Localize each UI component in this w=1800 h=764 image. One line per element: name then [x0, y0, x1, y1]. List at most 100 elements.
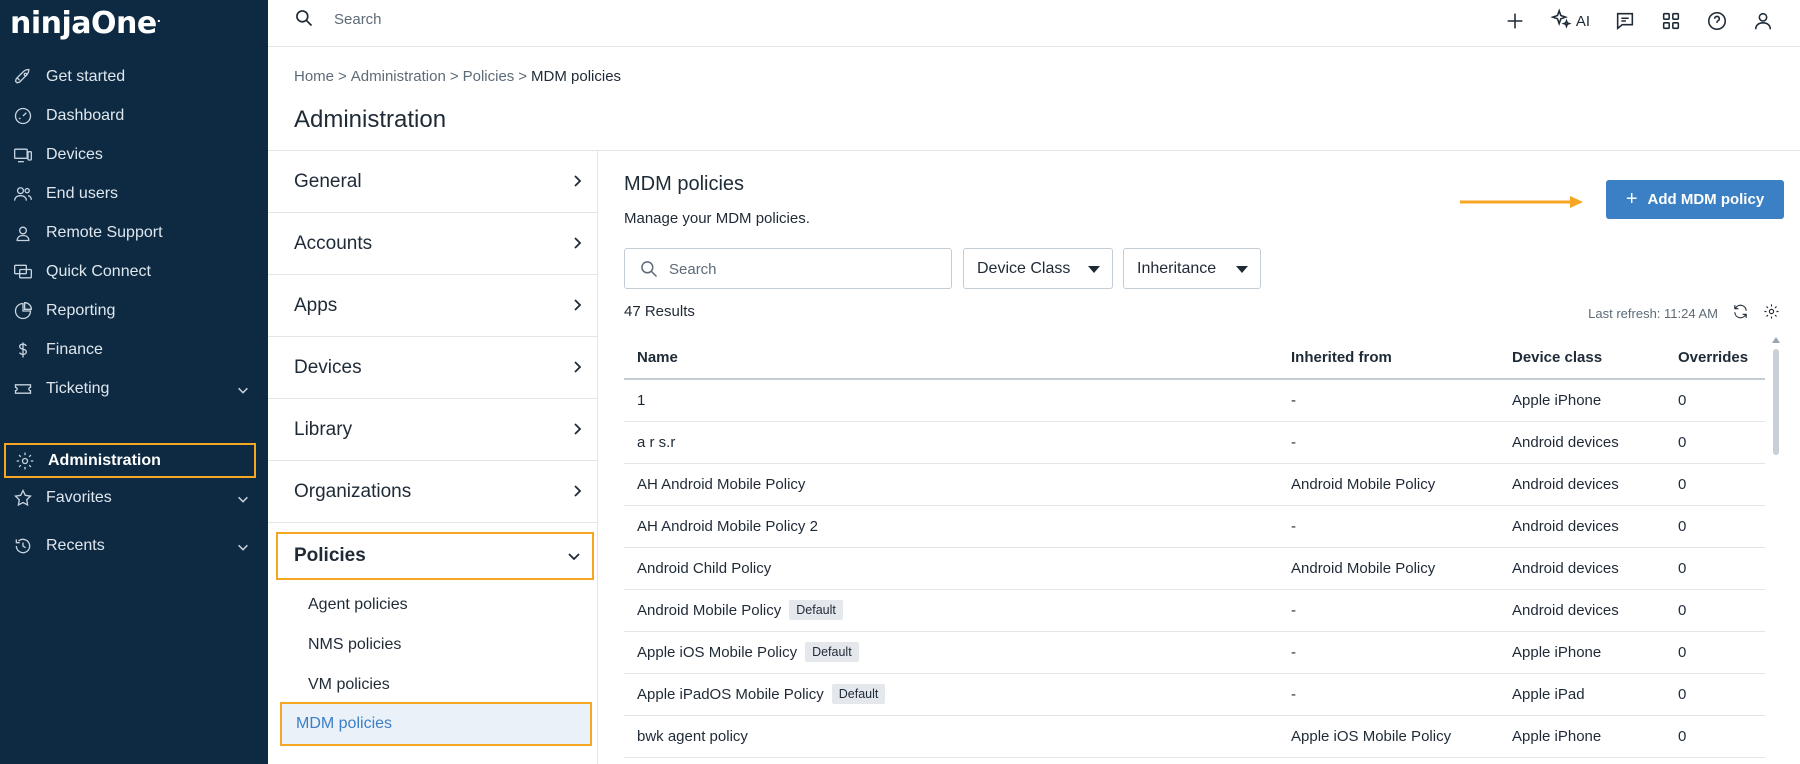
- admin-nav-policies[interactable]: Policies: [276, 532, 594, 580]
- ninjaone-logo[interactable]: ninjaOne.: [10, 6, 161, 41]
- chevron-down-icon[interactable]: [236, 383, 250, 402]
- policy-name[interactable]: bwk agent policy: [637, 728, 748, 745]
- policies-sub-nms[interactable]: NMS policies: [308, 636, 401, 654]
- ai-button[interactable]: AI: [1550, 8, 1590, 34]
- column-header-inherited-from[interactable]: Inherited from: [1278, 337, 1499, 380]
- policies-sub-mdm[interactable]: MDM policies: [280, 702, 592, 746]
- cell-name[interactable]: AH Android Mobile Policy: [624, 463, 1278, 506]
- table-row[interactable]: bwk agent policy Apple iOS Mobile Policy A…: [624, 715, 1765, 758]
- table-row[interactable]: AH Android Mobile Policy Android Mobile P…: [624, 463, 1765, 506]
- table-scrollbar[interactable]: [1772, 337, 1780, 764]
- sidebar-item-quick-connect[interactable]: Quick Connect: [0, 254, 268, 290]
- policy-name[interactable]: Apple iOS Mobile Policy: [637, 644, 797, 661]
- cell-name[interactable]: Apple iOS Mobile Policy Default: [624, 631, 1278, 674]
- admin-nav-general[interactable]: General: [268, 151, 597, 213]
- policies-sub-agent[interactable]: Agent policies: [308, 596, 408, 614]
- column-header-device-class[interactable]: Device class: [1499, 337, 1665, 380]
- policy-name[interactable]: AH Android Mobile Policy 2: [637, 518, 818, 535]
- add-mdm-policy-button[interactable]: + Add MDM policy: [1606, 180, 1784, 219]
- sidebar-item-devices[interactable]: Devices: [0, 137, 268, 173]
- star-icon: [12, 487, 34, 509]
- admin-nav-apps[interactable]: Apps: [268, 275, 597, 337]
- table-row[interactable]: AH Android Mobile Policy 2 - Android devic…: [624, 505, 1765, 548]
- table-row[interactable]: Apple iPadOS Mobile Policy Default - Apple …: [624, 673, 1765, 716]
- inheritance-filter[interactable]: Inheritance: [1123, 248, 1261, 289]
- policy-search-field[interactable]: [624, 248, 952, 289]
- sidebar-item-remote-support[interactable]: Remote Support: [0, 215, 268, 251]
- global-search-input[interactable]: Search: [334, 11, 382, 28]
- policy-name[interactable]: a r s.r: [637, 434, 675, 451]
- policy-name[interactable]: AH Android Mobile Policy: [637, 476, 805, 493]
- cell-name[interactable]: Android Child Policy: [624, 547, 1278, 590]
- admin-nav-library[interactable]: Library: [268, 399, 597, 461]
- chevron-right-icon: [569, 359, 585, 381]
- chat-icon[interactable]: [1614, 10, 1636, 32]
- admin-nav-organizations[interactable]: Organizations: [268, 461, 597, 523]
- refresh-icon[interactable]: [1732, 303, 1749, 323]
- apps-grid-icon[interactable]: [1660, 10, 1682, 32]
- cell-inherited-from: -: [1278, 379, 1499, 422]
- admin-nav-label: Apps: [294, 294, 338, 316]
- breadcrumb-separator: >: [518, 68, 528, 85]
- policy-name[interactable]: 1: [637, 392, 645, 409]
- chevron-right-icon: [569, 235, 585, 257]
- settings-icon[interactable]: [1763, 303, 1780, 323]
- user-icon[interactable]: [1752, 10, 1774, 32]
- breadcrumb-separator: >: [338, 68, 347, 85]
- device-class-filter[interactable]: Device Class: [963, 248, 1113, 289]
- sidebar-item-administration[interactable]: Administration: [4, 443, 256, 478]
- cell-name[interactable]: Apple iPadOS Mobile Policy Default: [624, 673, 1278, 716]
- table-row[interactable]: Android Child Policy Android Mobile Polic…: [624, 547, 1765, 590]
- sidebar-item-dashboard[interactable]: Dashboard: [0, 98, 268, 134]
- section-title: MDM policies: [624, 173, 745, 195]
- column-header-name[interactable]: Name: [624, 337, 1278, 380]
- cell-inherited-from: Apple iOS Mobile Policy: [1278, 715, 1499, 758]
- rocket-icon: [12, 66, 34, 88]
- sidebar-item-get-started[interactable]: Get started: [0, 59, 268, 95]
- sidebar-item-label: Reporting: [46, 302, 116, 319]
- policy-name[interactable]: Apple iPadOS Mobile Policy: [637, 686, 824, 703]
- sidebar-item-favorites[interactable]: Favorites: [0, 480, 268, 516]
- breadcrumb-administration[interactable]: Administration: [351, 68, 446, 85]
- policy-name[interactable]: Android Child Policy: [637, 560, 771, 577]
- policy-name[interactable]: Android Mobile Policy: [637, 602, 781, 619]
- cell-name[interactable]: 1: [624, 379, 1278, 422]
- policy-search-input[interactable]: [669, 257, 939, 281]
- scroll-up-arrow-icon[interactable]: [1772, 337, 1780, 343]
- sidebar-item-end-users[interactable]: End users: [0, 176, 268, 212]
- breadcrumb-home[interactable]: Home: [294, 68, 334, 85]
- admin-nav-accounts[interactable]: Accounts: [268, 213, 597, 275]
- search-icon[interactable]: [294, 8, 314, 33]
- table-row[interactable]: Apple iOS Mobile Policy Default - Apple iPh…: [624, 631, 1765, 674]
- scrollbar-thumb[interactable]: [1773, 349, 1779, 455]
- breadcrumb-policies[interactable]: Policies: [463, 68, 515, 85]
- sidebar-item-finance[interactable]: Finance: [0, 332, 268, 368]
- sidebar-item-recents[interactable]: Recents: [0, 528, 268, 564]
- cell-name[interactable]: AH Android Mobile Policy 2: [624, 505, 1278, 548]
- admin-nav-label: Organizations: [294, 480, 412, 502]
- results-count: 47 Results: [624, 303, 695, 320]
- gear-icon: [14, 450, 36, 472]
- help-icon[interactable]: [1706, 10, 1728, 32]
- table-row[interactable]: 1 - Apple iPhone 0: [624, 379, 1765, 422]
- column-header-overrides[interactable]: Overrides: [1665, 337, 1765, 380]
- table-row[interactable]: Android Mobile Policy Default - Android dev…: [624, 589, 1765, 632]
- devices-icon: [12, 144, 34, 166]
- chevron-right-icon: [569, 483, 585, 505]
- cell-name[interactable]: a r s.r: [624, 421, 1278, 464]
- cell-name[interactable]: bwk agent policy: [624, 715, 1278, 758]
- sidebar-item-reporting[interactable]: Reporting: [0, 293, 268, 329]
- plus-icon[interactable]: [1504, 10, 1526, 32]
- admin-nav-devices[interactable]: Devices: [268, 337, 597, 399]
- admin-nav-label: Devices: [294, 356, 362, 378]
- sidebar-item-label: Recents: [46, 537, 105, 554]
- policies-sub-vm[interactable]: VM policies: [308, 676, 390, 694]
- refresh-bar: Last refresh: 11:24 AM: [1588, 303, 1780, 323]
- chevron-down-icon[interactable]: [236, 492, 250, 511]
- chevron-down-icon[interactable]: [236, 540, 250, 559]
- cell-device-class: Android devices: [1499, 505, 1665, 548]
- sidebar-item-ticketing[interactable]: Ticketing: [0, 371, 268, 407]
- cell-name[interactable]: Android Mobile Policy Default: [624, 589, 1278, 632]
- table-row[interactable]: a r s.r - Android devices 0: [624, 421, 1765, 464]
- cell-inherited-from: Android Mobile Policy: [1278, 463, 1499, 506]
